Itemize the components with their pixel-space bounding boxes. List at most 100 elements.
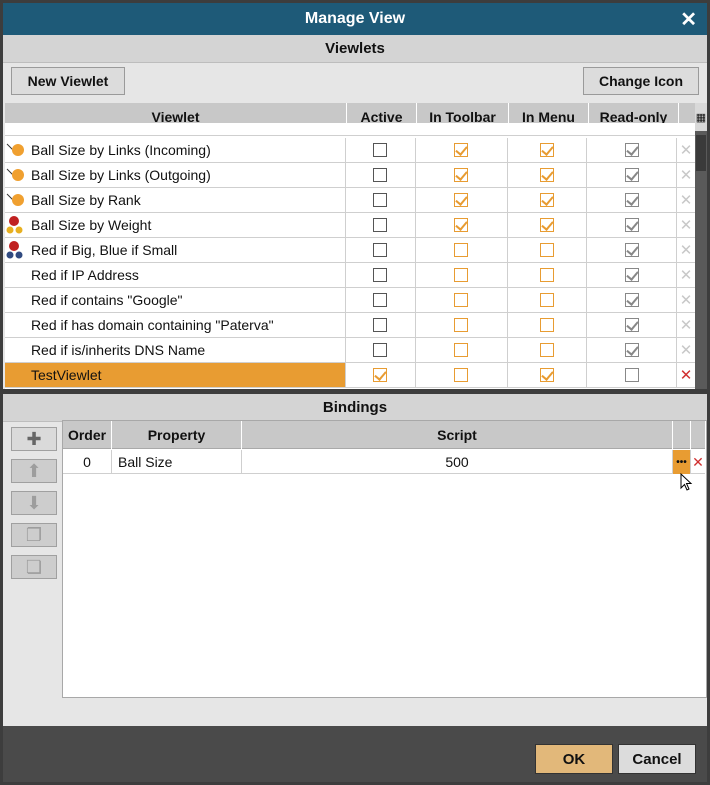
readonly-checkbox[interactable] xyxy=(624,293,639,307)
menu-checkbox[interactable] xyxy=(539,143,554,157)
blank-icon xyxy=(5,263,27,287)
viewlet-row[interactable]: Red if is/inherits DNS Name ✕ xyxy=(5,338,695,363)
move-up-button[interactable]: ⬆ xyxy=(11,459,57,483)
menu-checkbox[interactable] xyxy=(539,318,554,332)
delete-viewlet-icon[interactable]: ✕ xyxy=(677,263,695,287)
bindings-table: Order Property Script 0 Ball Size 500 ••… xyxy=(62,420,707,698)
viewlet-row[interactable]: Ball Size by Links (Incoming) ✕ xyxy=(5,138,695,163)
toolbar-checkbox[interactable] xyxy=(454,168,469,182)
viewlet-name[interactable]: Ball Size by Links (Outgoing) xyxy=(27,163,347,187)
delete-viewlet-icon[interactable]: ✕ xyxy=(677,213,695,237)
active-checkbox[interactable] xyxy=(373,143,388,157)
viewlet-row[interactable]: Ball Size by Rank ✕ xyxy=(5,188,695,213)
menu-checkbox[interactable] xyxy=(539,193,554,207)
readonly-checkbox[interactable] xyxy=(624,318,639,332)
readonly-checkbox[interactable] xyxy=(624,343,639,357)
toolbar-checkbox[interactable] xyxy=(454,218,469,232)
scrollbar-thumb[interactable] xyxy=(696,135,706,171)
viewlet-name[interactable]: Ball Size by Links (Incoming) xyxy=(27,138,347,162)
toolbar-checkbox[interactable] xyxy=(454,143,469,157)
menu-checkbox[interactable] xyxy=(539,218,554,232)
menu-checkbox[interactable] xyxy=(539,168,554,182)
toolbar-checkbox[interactable] xyxy=(454,293,469,307)
edit-script-button[interactable]: ••• xyxy=(673,450,691,474)
delete-viewlet-icon[interactable]: ✕ xyxy=(677,138,695,162)
column-header-script[interactable]: Script xyxy=(242,421,673,449)
viewlets-scrollbar[interactable]: ▦ xyxy=(695,103,707,389)
blank-icon xyxy=(5,288,27,312)
close-icon[interactable]: ✕ xyxy=(680,7,697,32)
viewlet-name[interactable]: Red if contains "Google" xyxy=(27,288,347,312)
menu-checkbox[interactable] xyxy=(539,343,554,357)
menu-checkbox[interactable] xyxy=(539,243,554,257)
delete-viewlet-icon[interactable]: ✕ xyxy=(677,338,695,362)
new-viewlet-button[interactable]: New Viewlet xyxy=(11,67,125,95)
delete-viewlet-icon[interactable]: ✕ xyxy=(677,163,695,187)
readonly-checkbox[interactable] xyxy=(624,218,639,232)
viewlet-name[interactable]: Ball Size by Weight xyxy=(27,213,347,237)
active-checkbox[interactable] xyxy=(373,293,388,307)
binding-row[interactable]: 0 Ball Size 500 ••• ✕ xyxy=(63,450,705,474)
delete-viewlet-icon[interactable]: ✕ xyxy=(677,238,695,262)
change-icon-button[interactable]: Change Icon xyxy=(583,67,699,95)
viewlet-row[interactable]: Red if contains "Google" ✕ xyxy=(5,288,695,313)
delete-binding-icon[interactable]: ✕ xyxy=(691,450,705,474)
binding-order[interactable]: 0 xyxy=(63,450,112,474)
column-chooser-icon[interactable]: ▦ xyxy=(695,103,707,131)
orange-ball-incoming-icon xyxy=(5,138,27,162)
viewlet-row[interactable]: Ball Size by Weight ✕ xyxy=(5,213,695,238)
menu-checkbox[interactable] xyxy=(539,293,554,307)
readonly-checkbox[interactable] xyxy=(624,243,639,257)
active-checkbox[interactable] xyxy=(373,193,388,207)
viewlet-row[interactable]: Red if has domain containing "Paterva" ✕ xyxy=(5,313,695,338)
viewlet-row[interactable]: Ball Size by Links (Outgoing) ✕ xyxy=(5,163,695,188)
delete-viewlet-icon[interactable]: ✕ xyxy=(677,188,695,212)
move-down-button[interactable]: ⬇ xyxy=(11,491,57,515)
active-checkbox[interactable] xyxy=(373,218,388,232)
active-checkbox[interactable] xyxy=(373,243,388,257)
menu-checkbox[interactable] xyxy=(539,368,554,382)
readonly-checkbox[interactable] xyxy=(624,193,639,207)
active-checkbox[interactable] xyxy=(373,318,388,332)
viewlet-name[interactable]: TestViewlet xyxy=(26,363,347,387)
delete-viewlet-icon[interactable]: ✕ xyxy=(677,363,695,387)
active-checkbox[interactable] xyxy=(373,168,388,182)
readonly-checkbox[interactable] xyxy=(624,143,639,157)
toolbar-checkbox[interactable] xyxy=(454,193,469,207)
delete-viewlet-icon[interactable]: ✕ xyxy=(677,313,695,337)
toolbar-checkbox[interactable] xyxy=(454,343,469,357)
column-header-property[interactable]: Property xyxy=(112,421,242,449)
copy-button[interactable]: ❐ xyxy=(11,523,57,547)
blank-icon xyxy=(5,363,27,387)
toolbar-checkbox[interactable] xyxy=(454,318,469,332)
column-header-order[interactable]: Order xyxy=(63,421,112,449)
paste-button[interactable]: ❏ xyxy=(11,555,57,579)
binding-property[interactable]: Ball Size xyxy=(112,450,242,474)
readonly-checkbox[interactable] xyxy=(624,168,639,182)
toolbar-checkbox[interactable] xyxy=(454,368,469,382)
menu-checkbox[interactable] xyxy=(539,268,554,282)
manage-view-dialog: Manage View ✕ Viewlets New Viewlet Chang… xyxy=(0,0,710,785)
cancel-button[interactable]: Cancel xyxy=(618,744,696,774)
add-binding-button[interactable]: ✚ xyxy=(11,427,57,451)
viewlet-row[interactable]: Red if Big, Blue if Small ✕ xyxy=(5,238,695,263)
viewlet-row[interactable]: Red if IP Address ✕ xyxy=(5,263,695,288)
active-checkbox[interactable] xyxy=(373,343,388,357)
delete-viewlet-icon[interactable]: ✕ xyxy=(677,288,695,312)
readonly-checkbox[interactable] xyxy=(624,268,639,282)
viewlet-name[interactable]: Ball Size by Rank xyxy=(27,188,347,212)
ok-button[interactable]: OK xyxy=(535,744,613,774)
toolbar-checkbox[interactable] xyxy=(454,268,469,282)
viewlet-name[interactable]: Red if Big, Blue if Small xyxy=(27,238,347,262)
toolbar-checkbox[interactable] xyxy=(454,243,469,257)
orange-ball-rank-icon xyxy=(5,188,27,212)
viewlet-name[interactable]: Red if is/inherits DNS Name xyxy=(27,338,347,362)
orange-ball-outgoing-icon xyxy=(5,163,27,187)
active-checkbox[interactable] xyxy=(373,268,388,282)
viewlet-row[interactable]: TestViewlet ✕ xyxy=(5,363,695,388)
binding-script[interactable]: 500 xyxy=(242,450,673,474)
readonly-checkbox[interactable] xyxy=(624,368,639,382)
active-checkbox[interactable] xyxy=(373,368,388,382)
viewlet-name[interactable]: Red if has domain containing "Paterva" xyxy=(27,313,347,337)
viewlet-name[interactable]: Red if IP Address xyxy=(27,263,347,287)
